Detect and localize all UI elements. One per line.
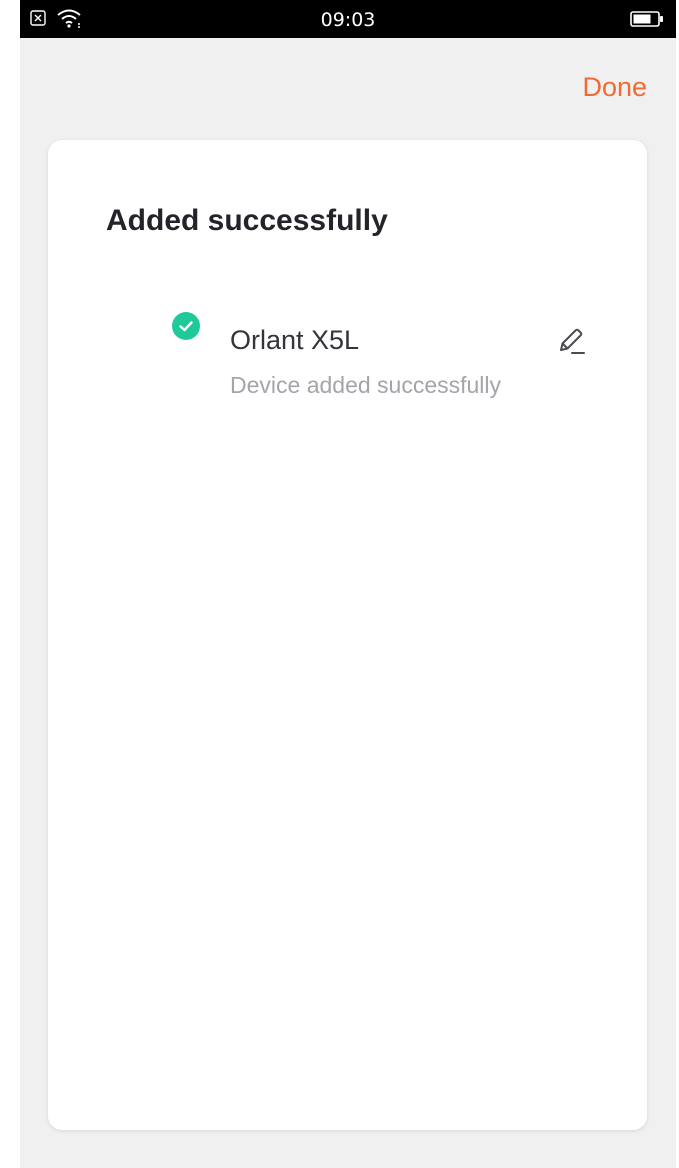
battery-icon (630, 11, 664, 32)
card-title: Added successfully (106, 204, 388, 237)
device-status: Device added successfully (230, 372, 502, 398)
edit-icon[interactable] (556, 326, 588, 358)
device-name: Orlant X5L (230, 325, 360, 355)
result-card: Added successfully Orlant X5L Device add… (48, 140, 647, 1130)
status-time: 09:03 (320, 9, 376, 31)
device-list-item: Orlant X5L Device added successfully (172, 312, 612, 412)
status-bar: 09:03 (20, 0, 676, 38)
done-button[interactable]: Done (582, 72, 647, 103)
screen: 09:03 Done Added successfully Orlant X5L… (20, 0, 676, 1168)
check-circle-icon (172, 312, 200, 340)
